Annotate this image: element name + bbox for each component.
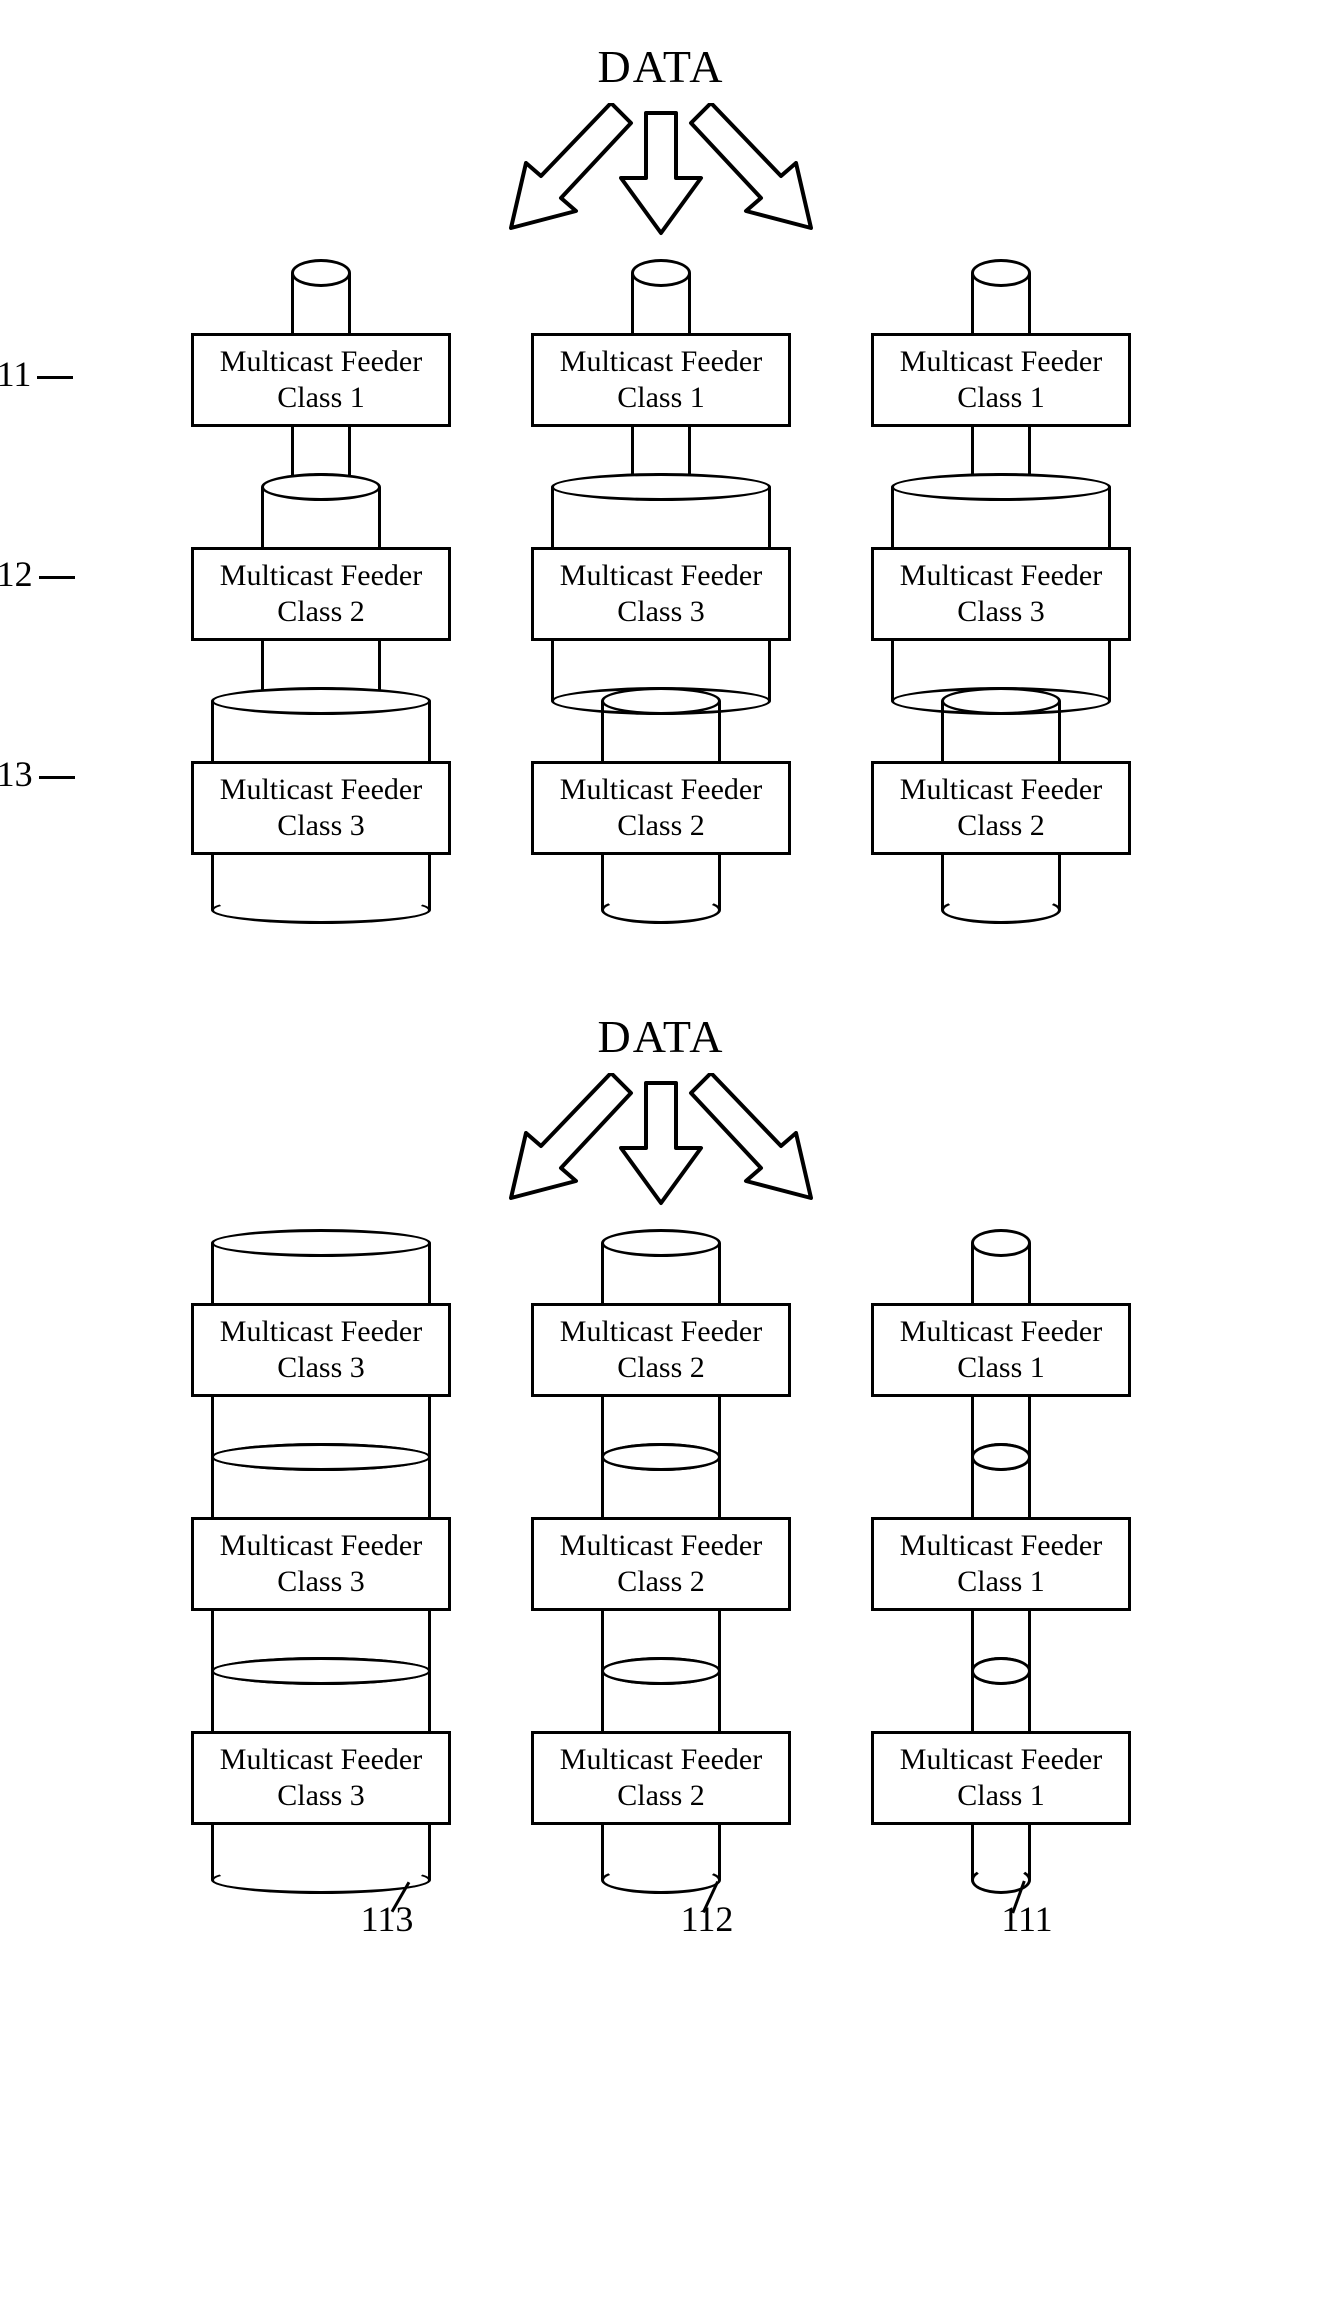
figure-top: DATA 111 112 113 Multicast FeederCl: [20, 40, 1302, 910]
column: Multicast FeederClass 1 Multicast Feeder…: [511, 273, 811, 910]
feeder-label: Multicast FeederClass 2: [531, 761, 791, 855]
figure-bottom: DATA Multicast FeederClass 3 Multicast F…: [20, 1010, 1302, 1940]
data-label-bottom: DATA: [20, 1010, 1302, 1063]
feeder-label: Multicast FeederClass 1: [191, 333, 451, 427]
feeder-label: Multicast FeederClass 3: [191, 761, 451, 855]
ref-113: 113: [349, 1898, 414, 1940]
feeder-label: Multicast FeederClass 3: [191, 1517, 451, 1611]
ref-113: 113: [0, 753, 81, 795]
feeder-label: Multicast FeederClass 3: [531, 547, 791, 641]
arrows-bottom: [20, 1073, 1302, 1243]
data-split-arrows-icon: [301, 1073, 1021, 1243]
feeder-label: Multicast FeederClass 1: [871, 1517, 1131, 1611]
feeder-label: Multicast FeederClass 2: [531, 1303, 791, 1397]
column: Multicast FeederClass 1 Multicast Feeder…: [171, 273, 471, 910]
data-split-arrows-icon: [301, 103, 1021, 273]
feeder-label: Multicast FeederClass 3: [191, 1731, 451, 1825]
columns-top: 111 112 113 Multicast FeederClass 1 Mult…: [20, 273, 1302, 910]
column: Multicast FeederClass 2 Multicast Feeder…: [511, 1243, 811, 1940]
ref-111: 111: [0, 353, 79, 395]
data-label-top: DATA: [20, 40, 1302, 93]
feeder-label: Multicast FeederClass 1: [871, 1303, 1131, 1397]
feeder-label: Multicast FeederClass 2: [531, 1731, 791, 1825]
feeder-label: Multicast FeederClass 3: [191, 1303, 451, 1397]
ref-111: 111: [989, 1898, 1052, 1940]
arrows-top: [20, 103, 1302, 273]
ref-112: 112: [0, 553, 81, 595]
feeder-label: Multicast FeederClass 2: [191, 547, 451, 641]
column: Multicast FeederClass 3 Multicast Feeder…: [171, 1243, 471, 1940]
feeder-label: Multicast FeederClass 3: [871, 547, 1131, 641]
column: Multicast FeederClass 1 Multicast Feeder…: [851, 1243, 1151, 1940]
columns-bottom: Multicast FeederClass 3 Multicast Feeder…: [20, 1243, 1302, 1940]
column: Multicast FeederClass 1 Multicast Feeder…: [851, 273, 1151, 910]
feeder-label: Multicast FeederClass 2: [871, 761, 1131, 855]
feeder-label: Multicast FeederClass 2: [531, 1517, 791, 1611]
feeder-label: Multicast FeederClass 1: [531, 333, 791, 427]
feeder-label: Multicast FeederClass 1: [871, 333, 1131, 427]
ref-112: 112: [669, 1898, 734, 1940]
feeder-label: Multicast FeederClass 1: [871, 1731, 1131, 1825]
